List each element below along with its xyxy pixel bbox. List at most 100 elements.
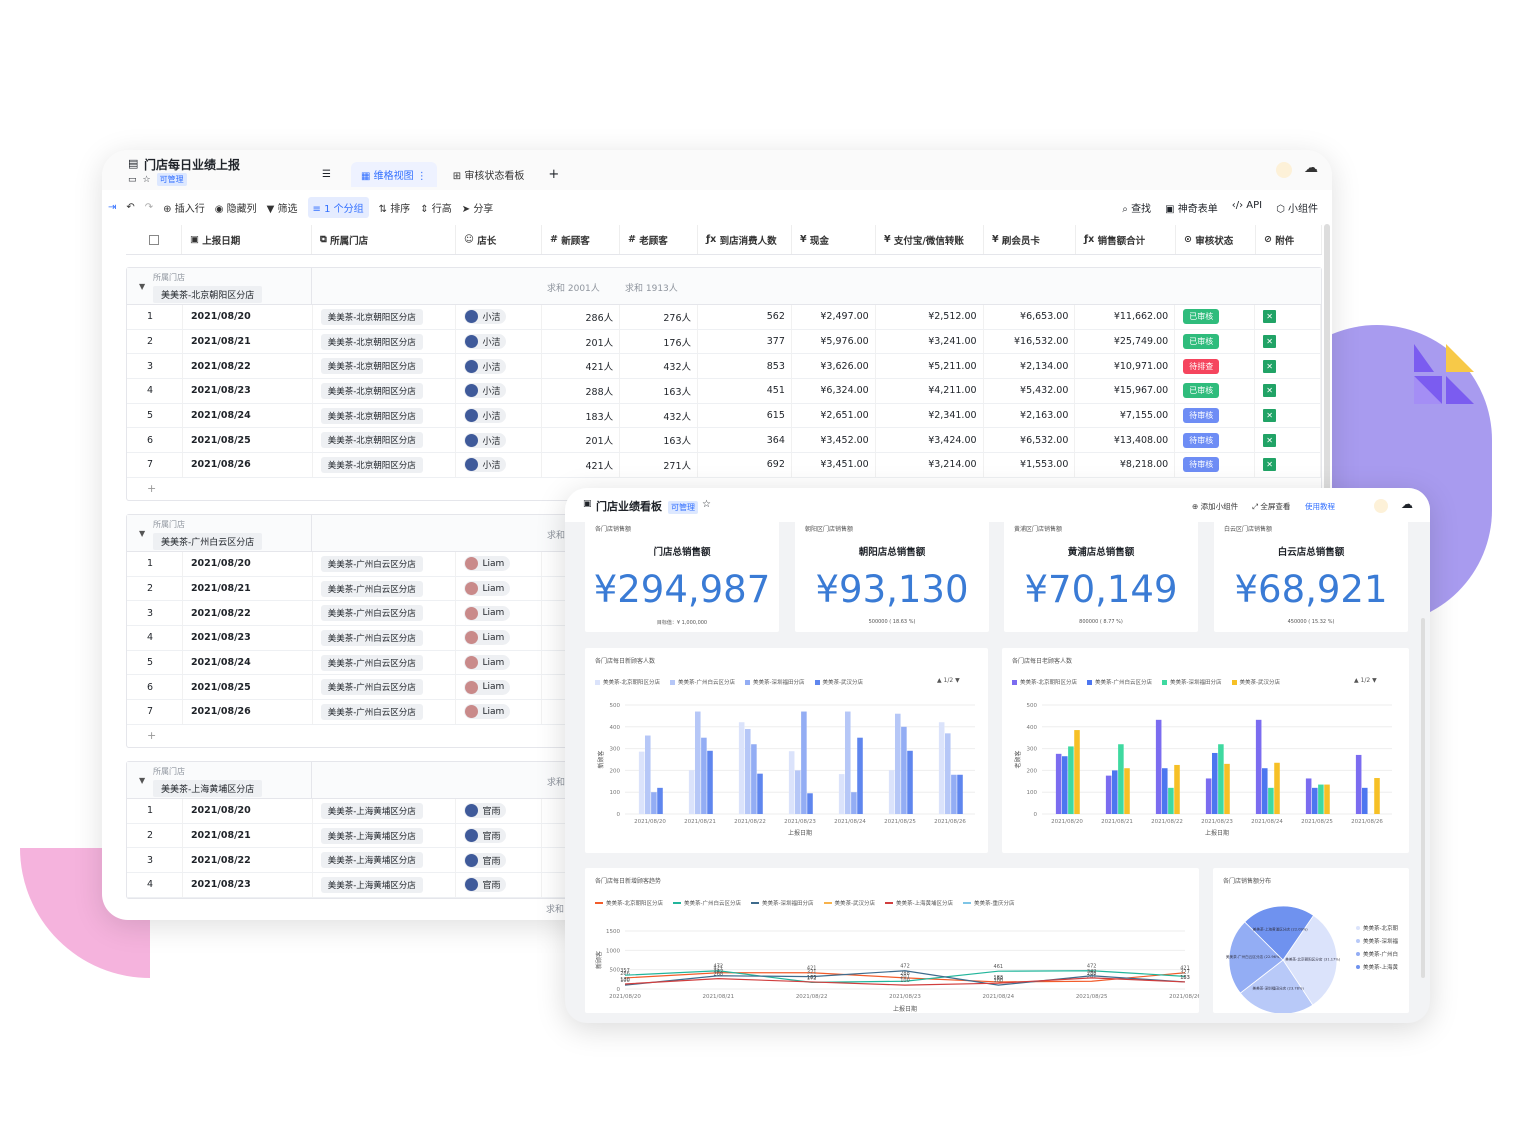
card-cell[interactable]: ¥6,653.00 bbox=[984, 305, 1076, 329]
share-button[interactable]: ➤ 分享 bbox=[462, 200, 494, 215]
row-number[interactable]: 7 bbox=[127, 453, 183, 477]
manager-cell[interactable]: 官雨 bbox=[456, 823, 543, 848]
column-header-attachment[interactable]: ⊘ 附件 bbox=[1256, 225, 1322, 254]
total-cell[interactable]: ¥7,155.00 bbox=[1075, 403, 1176, 428]
cash-cell[interactable]: ¥5,976.00 bbox=[792, 329, 876, 354]
visits-cell[interactable]: 377 bbox=[698, 329, 792, 354]
manager-cell[interactable]: 小洁 bbox=[456, 379, 543, 403]
cash-cell[interactable]: ¥3,451.00 bbox=[792, 453, 876, 477]
row-number[interactable]: 6 bbox=[127, 675, 183, 700]
store-cell[interactable]: 美美茶-北京朝阳区分店 bbox=[313, 379, 457, 403]
star-icon[interactable]: ☆ bbox=[702, 499, 711, 510]
store-cell[interactable]: 美美茶-广州白云区分店 bbox=[313, 576, 457, 601]
select-all-checkbox[interactable] bbox=[126, 225, 182, 254]
table-row[interactable]: 2 2021/08/21 美美茶-北京朝阳区分店 小洁 201人 176人 377 ¥5,97… bbox=[127, 329, 1321, 355]
date-cell[interactable]: 2021/08/21 bbox=[183, 823, 313, 848]
visits-cell[interactable]: 692 bbox=[698, 453, 792, 477]
store-cell[interactable]: 美美茶-北京朝阳区分店 bbox=[313, 354, 457, 379]
api-button[interactable]: ‹/› API bbox=[1232, 200, 1262, 215]
tutorial-link[interactable]: 使用教程 bbox=[1305, 501, 1335, 512]
avatar[interactable] bbox=[1276, 162, 1292, 178]
store-cell[interactable]: 美美茶-广州白云区分店 bbox=[313, 675, 457, 700]
fullscreen-button[interactable]: ⤢ 全屏查看 bbox=[1252, 501, 1290, 512]
excel-file-icon[interactable]: ✕ bbox=[1263, 310, 1277, 324]
visits-cell[interactable]: 615 bbox=[698, 403, 792, 428]
cash-cell[interactable]: ¥3,626.00 bbox=[792, 354, 876, 379]
new-customers-cell[interactable]: 288人 bbox=[542, 379, 621, 403]
card-cell[interactable]: ¥5,432.00 bbox=[984, 379, 1076, 403]
star-icon[interactable]: ☆ bbox=[143, 175, 151, 185]
visits-cell[interactable]: 364 bbox=[698, 428, 792, 453]
manager-cell[interactable]: 小洁 bbox=[456, 329, 543, 354]
old-customers-cell[interactable]: 176人 bbox=[620, 329, 699, 354]
attachment-cell[interactable]: ✕ bbox=[1255, 453, 1321, 477]
manager-cell[interactable]: 小洁 bbox=[456, 354, 543, 379]
old-customers-cell[interactable]: 432人 bbox=[620, 354, 699, 379]
row-number[interactable]: 3 bbox=[127, 848, 183, 873]
table-row[interactable]: 1 2021/08/20 美美茶-北京朝阳区分店 小洁 286人 276人 562 ¥2,49… bbox=[127, 305, 1321, 330]
total-cell[interactable]: ¥15,967.00 bbox=[1075, 379, 1176, 403]
column-header-manager[interactable]: ☺ 店长 bbox=[456, 225, 542, 254]
old-customers-cell[interactable]: 432人 bbox=[620, 403, 699, 428]
date-cell[interactable]: 2021/08/23 bbox=[183, 626, 313, 650]
add-view-icon[interactable]: + bbox=[548, 167, 559, 182]
card-cell[interactable]: ¥2,163.00 bbox=[984, 403, 1076, 428]
form-button[interactable]: ▣ 神奇表单 bbox=[1165, 200, 1218, 215]
collapse-sidebar-icon[interactable]: ⇥ bbox=[108, 202, 116, 213]
card-cell[interactable]: ¥2,134.00 bbox=[984, 354, 1076, 379]
row-height-button[interactable]: ⇕ 行高 bbox=[420, 200, 452, 215]
row-number[interactable]: 1 bbox=[127, 305, 183, 329]
row-number[interactable]: 4 bbox=[127, 626, 183, 650]
total-cell[interactable]: ¥11,662.00 bbox=[1075, 305, 1176, 329]
status-cell[interactable]: 待审核 bbox=[1175, 403, 1256, 428]
column-header-new[interactable]: # 新顾客 bbox=[542, 225, 620, 254]
manager-cell[interactable]: 小洁 bbox=[456, 403, 543, 428]
row-number[interactable]: 6 bbox=[127, 428, 183, 453]
pay-cell[interactable]: ¥4,211.00 bbox=[876, 379, 984, 403]
collapse-caret-icon[interactable]: ▼ bbox=[139, 529, 145, 538]
visits-cell[interactable]: 853 bbox=[698, 354, 792, 379]
pay-cell[interactable]: ¥2,512.00 bbox=[876, 305, 984, 329]
cloud-sync-icon[interactable]: ☁ bbox=[1304, 160, 1318, 176]
table-row[interactable]: 4 2021/08/23 美美茶-北京朝阳区分店 小洁 288人 163人 451 ¥6,32… bbox=[127, 379, 1321, 404]
table-row[interactable]: 3 2021/08/22 美美茶-北京朝阳区分店 小洁 421人 432人 853 ¥3,62… bbox=[127, 354, 1321, 380]
attachment-cell[interactable]: ✕ bbox=[1255, 428, 1321, 453]
cash-cell[interactable]: ¥6,324.00 bbox=[792, 379, 876, 403]
date-cell[interactable]: 2021/08/22 bbox=[183, 354, 313, 379]
date-cell[interactable]: 2021/08/24 bbox=[183, 650, 313, 675]
find-button[interactable]: ⌕ 查找 bbox=[1122, 200, 1151, 215]
manager-cell[interactable]: 官雨 bbox=[456, 799, 543, 823]
pay-cell[interactable]: ¥5,211.00 bbox=[876, 354, 984, 379]
cash-cell[interactable]: ¥3,452.00 bbox=[792, 428, 876, 453]
table-row[interactable]: 5 2021/08/24 美美茶-北京朝阳区分店 小洁 183人 432人 615 ¥2,65… bbox=[127, 403, 1321, 429]
column-header-pay[interactable]: ¥ 支付宝/微信转账 bbox=[876, 225, 984, 254]
store-cell[interactable]: 美美茶-北京朝阳区分店 bbox=[313, 305, 457, 329]
manager-cell[interactable]: Liam bbox=[456, 700, 543, 724]
undo-icon[interactable]: ↶ bbox=[126, 202, 134, 213]
old-customers-cell[interactable]: 276人 bbox=[620, 305, 699, 329]
row-number[interactable]: 4 bbox=[127, 379, 183, 403]
store-cell[interactable]: 美美茶-广州白云区分店 bbox=[313, 601, 457, 626]
date-cell[interactable]: 2021/08/20 bbox=[183, 799, 313, 823]
manager-cell[interactable]: 小洁 bbox=[456, 428, 543, 453]
row-number[interactable]: 1 bbox=[127, 799, 183, 823]
new-customers-cell[interactable]: 183人 bbox=[542, 403, 621, 428]
store-cell[interactable]: 美美茶-北京朝阳区分店 bbox=[313, 453, 457, 477]
filter-button[interactable]: ▼ 筛选 bbox=[267, 200, 298, 215]
store-cell[interactable]: 美美茶-北京朝阳区分店 bbox=[313, 403, 457, 428]
column-header-date[interactable]: ▣ 上报日期 bbox=[182, 225, 312, 254]
status-cell[interactable]: 待审核 bbox=[1175, 428, 1256, 453]
row-number[interactable]: 2 bbox=[127, 576, 183, 601]
avatar[interactable] bbox=[1374, 499, 1388, 513]
insert-row-button[interactable]: ⊕ 插入行 bbox=[163, 200, 205, 215]
table-row[interactable]: 7 2021/08/26 美美茶-北京朝阳区分店 小洁 421人 271人 692 ¥3,45… bbox=[127, 453, 1321, 478]
row-number[interactable]: 3 bbox=[127, 354, 183, 379]
attachment-cell[interactable]: ✕ bbox=[1255, 329, 1321, 354]
new-customers-cell[interactable]: 286人 bbox=[542, 305, 621, 329]
card-cell[interactable]: ¥1,553.00 bbox=[984, 453, 1076, 477]
cloud-sync-icon[interactable]: ☁ bbox=[1401, 497, 1413, 511]
total-cell[interactable]: ¥8,218.00 bbox=[1075, 453, 1176, 477]
attachment-cell[interactable]: ✕ bbox=[1255, 379, 1321, 403]
date-cell[interactable]: 2021/08/24 bbox=[183, 403, 313, 428]
store-cell[interactable]: 美美茶-上海黄埔区分店 bbox=[313, 873, 457, 897]
